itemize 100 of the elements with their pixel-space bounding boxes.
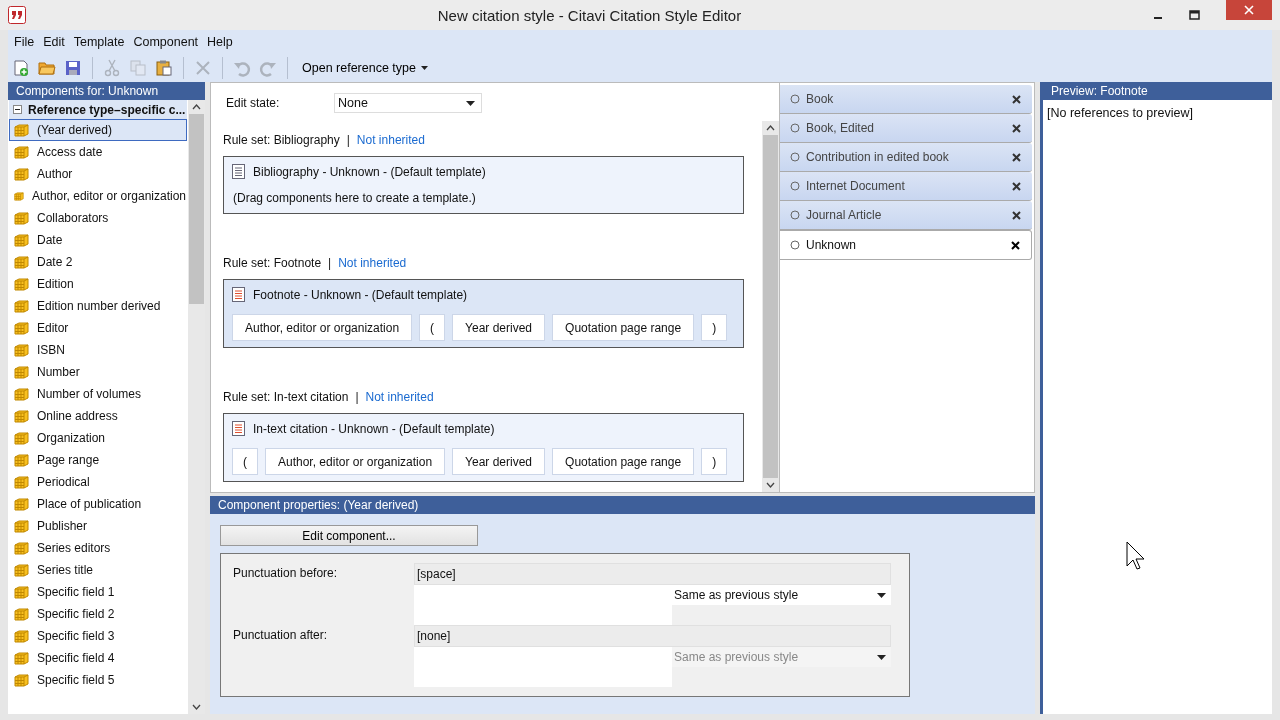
open-icon[interactable] [38, 59, 56, 77]
component-chip[interactable]: Author, editor or organization [265, 448, 446, 475]
paste-icon[interactable] [155, 59, 173, 77]
template-box[interactable]: In-text citation - Unknown - (Default template) ( Author, editor or organization Year derived Quotation page range ) [223, 413, 744, 482]
field-list-item[interactable]: Number of volumes [9, 383, 187, 405]
edit-state-select[interactable]: None [334, 93, 482, 113]
group-label: Reference type–specific c... [28, 102, 186, 117]
component-icon [14, 475, 29, 489]
field-list-item[interactable]: Online address [9, 405, 187, 427]
punctuation-label: Punctuation after: [233, 627, 329, 644]
maximize-icon[interactable] [1189, 10, 1200, 20]
radio-circle-icon [790, 240, 800, 250]
field-list-item[interactable]: Specific field 4 [9, 647, 187, 669]
not-inherited-link[interactable]: Not inherited [338, 256, 407, 270]
field-list-item[interactable]: (Year derived) [9, 119, 187, 141]
field-list-item[interactable]: Specific field 2 [9, 603, 187, 625]
group-row[interactable]: Reference type–specific c... [9, 100, 187, 119]
style-select[interactable]: Same as previous style [672, 585, 891, 605]
scroll-up-icon[interactable] [766, 125, 775, 131]
menu-item[interactable]: File [14, 35, 35, 49]
not-inherited-link[interactable]: Not inherited [356, 133, 425, 147]
field-list-item[interactable]: Date 2 [9, 251, 187, 273]
reference-type-tab[interactable]: Unknown [780, 230, 1032, 260]
citation-doc-icon [232, 421, 245, 436]
template-box[interactable]: Footnote - Unknown - (Default template) Author, editor or organization ( Year derived Quotation page range ) [223, 279, 744, 348]
menu-item[interactable]: Help [207, 35, 233, 49]
punctuation-input[interactable] [414, 585, 672, 625]
template-box[interactable]: Bibliography - Unknown - (Default template) (Drag components here to create a template.) [223, 156, 744, 214]
field-list-item[interactable]: Edition [9, 273, 187, 295]
window-title: New citation style - Citavi Citation Style Editor [436, 6, 743, 24]
field-list-item[interactable]: Author, editor or organization [9, 185, 187, 207]
component-icon [14, 145, 29, 159]
radio-circle-icon [790, 210, 800, 220]
field-list-item[interactable]: Specific field 3 [9, 625, 187, 647]
not-inherited-link[interactable]: Not inherited [365, 390, 434, 404]
scroll-down-icon[interactable] [766, 482, 775, 488]
component-icon [14, 211, 29, 225]
component-chip[interactable]: ) [701, 448, 728, 475]
component-icon [14, 123, 29, 137]
rule-set-title: Rule set: Footnote [223, 256, 322, 270]
component-icon [14, 255, 29, 269]
menu-item[interactable]: Component [133, 35, 199, 49]
field-list-item[interactable]: Specific field 1 [9, 581, 187, 603]
field-list-item[interactable]: Specific field 5 [9, 669, 187, 691]
component-icon [14, 453, 29, 467]
component-icon [14, 277, 29, 291]
close-icon[interactable] [1012, 152, 1021, 162]
component-chip[interactable]: ( [232, 448, 258, 475]
reference-type-tab[interactable]: Book [780, 85, 1032, 114]
field-list-item[interactable]: Edition number derived [9, 295, 187, 317]
field-list-item[interactable]: Series title [9, 559, 187, 581]
field-list-item[interactable]: Page range [9, 449, 187, 471]
component-icon [14, 299, 29, 313]
punctuation-input[interactable] [414, 647, 672, 687]
field-list-item[interactable]: ISBN [9, 339, 187, 361]
collapse-icon[interactable] [13, 105, 22, 114]
field-list-item[interactable]: Collaborators [9, 207, 187, 229]
component-icon [14, 651, 29, 665]
edit-component-button[interactable]: Edit component... [220, 525, 478, 546]
scrollbar[interactable] [762, 121, 779, 492]
close-icon[interactable] [1012, 123, 1021, 133]
field-list-item[interactable]: Publisher [9, 515, 187, 537]
close-icon[interactable] [1012, 210, 1021, 220]
template-title: Bibliography - Unknown - (Default template) [253, 164, 486, 179]
scroll-up-icon[interactable] [192, 104, 201, 110]
dropdown-arrow-icon [877, 592, 886, 598]
new-icon[interactable] [12, 59, 30, 77]
radio-circle-icon [790, 123, 800, 133]
menu-item[interactable]: Template [73, 35, 125, 49]
save-icon[interactable] [64, 59, 82, 77]
reference-type-tab[interactable]: Contribution in edited book [780, 143, 1032, 172]
open-reference-type-dropdown[interactable]: Open reference type [298, 61, 432, 75]
component-chip[interactable]: Year derived [452, 314, 546, 341]
reference-type-tab[interactable]: Book, Edited [780, 114, 1032, 143]
close-icon[interactable] [1012, 94, 1021, 104]
component-icon [14, 387, 29, 401]
field-list-item[interactable]: Number [9, 361, 187, 383]
field-list-item[interactable]: Access date [9, 141, 187, 163]
component-chip[interactable]: ( [419, 314, 446, 341]
preview-text: [No references to preview] [1047, 106, 1193, 120]
field-list-item[interactable]: Organization [9, 427, 187, 449]
close-icon[interactable] [1012, 181, 1021, 191]
reference-type-tab[interactable]: Journal Article [780, 201, 1032, 230]
close-button[interactable] [1226, 0, 1272, 20]
component-chip[interactable]: ) [701, 314, 728, 341]
field-list-item[interactable]: Series editors [9, 537, 187, 559]
component-chip[interactable]: Year derived [452, 448, 546, 475]
field-list-item[interactable]: Place of publication [9, 493, 187, 515]
component-chip[interactable]: Quotation page range [552, 448, 695, 475]
component-chip[interactable]: Quotation page range [552, 314, 695, 341]
field-list-item[interactable]: Editor [9, 317, 187, 339]
radio-circle-icon [790, 94, 800, 104]
field-list-item[interactable]: Periodical [9, 471, 187, 493]
menu-item[interactable]: Edit [43, 35, 65, 49]
field-list-item[interactable]: Author [9, 163, 187, 185]
close-icon[interactable] [1011, 240, 1020, 250]
scroll-down-icon[interactable] [192, 704, 201, 710]
reference-type-tab[interactable]: Internet Document [780, 172, 1032, 201]
component-chip[interactable]: Author, editor or organization [232, 314, 413, 341]
field-list-item[interactable]: Date [9, 229, 187, 251]
